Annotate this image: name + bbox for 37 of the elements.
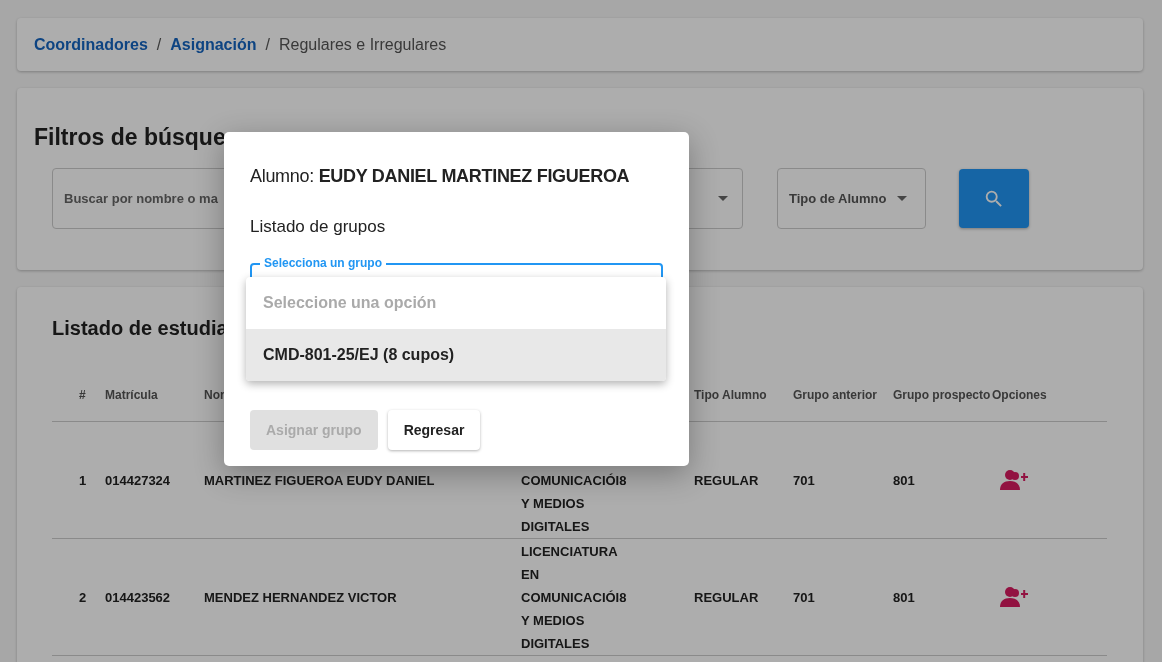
column-header: Tipo Alumno — [694, 387, 768, 402]
table-cell: MENDEZ HERNANDEZ VICTOR — [204, 589, 397, 605]
student-type-select[interactable]: Tipo de Alumno — [777, 168, 926, 229]
breadcrumb-current: Regulares e Irregulares — [278, 35, 447, 54]
dialog-button[interactable]: Regresar — [387, 410, 481, 450]
breadcrumb-link[interactable]: Asignación — [170, 35, 257, 54]
table-cell: 701 — [793, 472, 815, 488]
breadcrumb-link[interactable]: Coordinadores — [34, 35, 148, 54]
breadcrumb-separator: / — [265, 35, 270, 54]
dialog-subtitle: Listado de grupos — [250, 217, 387, 237]
table-cell-text: COMUNICACIÓI8 Y MEDIOS DIGITALES — [521, 472, 628, 536]
caret-icon — [896, 196, 907, 201]
column-header: Grupo anterior — [793, 387, 878, 402]
table-cell-text: LICENCIATURA EN COMUNICACIÓI8 Y MEDIOS DIGITALES — [521, 543, 628, 653]
dropdown-option[interactable]: Seleccione una opción — [246, 277, 666, 329]
breadcrumb-separator: / — [156, 35, 162, 54]
add-user-icon[interactable] — [1000, 586, 1028, 608]
column-header: Nor — [204, 387, 226, 402]
column-header: # — [78, 387, 87, 402]
table-cell: 014427324 — [105, 472, 171, 488]
column-header: Matrícula — [105, 387, 159, 402]
dialog-title: Alumno: EUDY DANIEL MARTINEZ FIGUEROA — [250, 165, 631, 188]
table-cell: REGULAR — [694, 472, 759, 488]
table-cell: REGULAR — [694, 589, 759, 605]
table-cell: 2 — [79, 589, 87, 605]
add-user-icon[interactable] — [1000, 469, 1028, 491]
table-cell: 014423562 — [105, 589, 171, 605]
caret-icon — [718, 196, 728, 201]
column-header: Grupo prospecto — [893, 387, 992, 402]
column-header: Opciones — [992, 387, 1048, 402]
dropdown-option[interactable]: CMD-801-25/EJ (8 cupos) — [246, 329, 666, 381]
table-cell: 1 — [79, 472, 87, 488]
table-cell: 801 — [893, 472, 915, 488]
table-cell: 701 — [793, 589, 815, 605]
table-cell: 801 — [893, 589, 915, 605]
filters-title: Filtros de búsque — [34, 124, 227, 151]
table-cell: MARTINEZ FIGUEROA EUDY DANIEL — [204, 472, 435, 488]
